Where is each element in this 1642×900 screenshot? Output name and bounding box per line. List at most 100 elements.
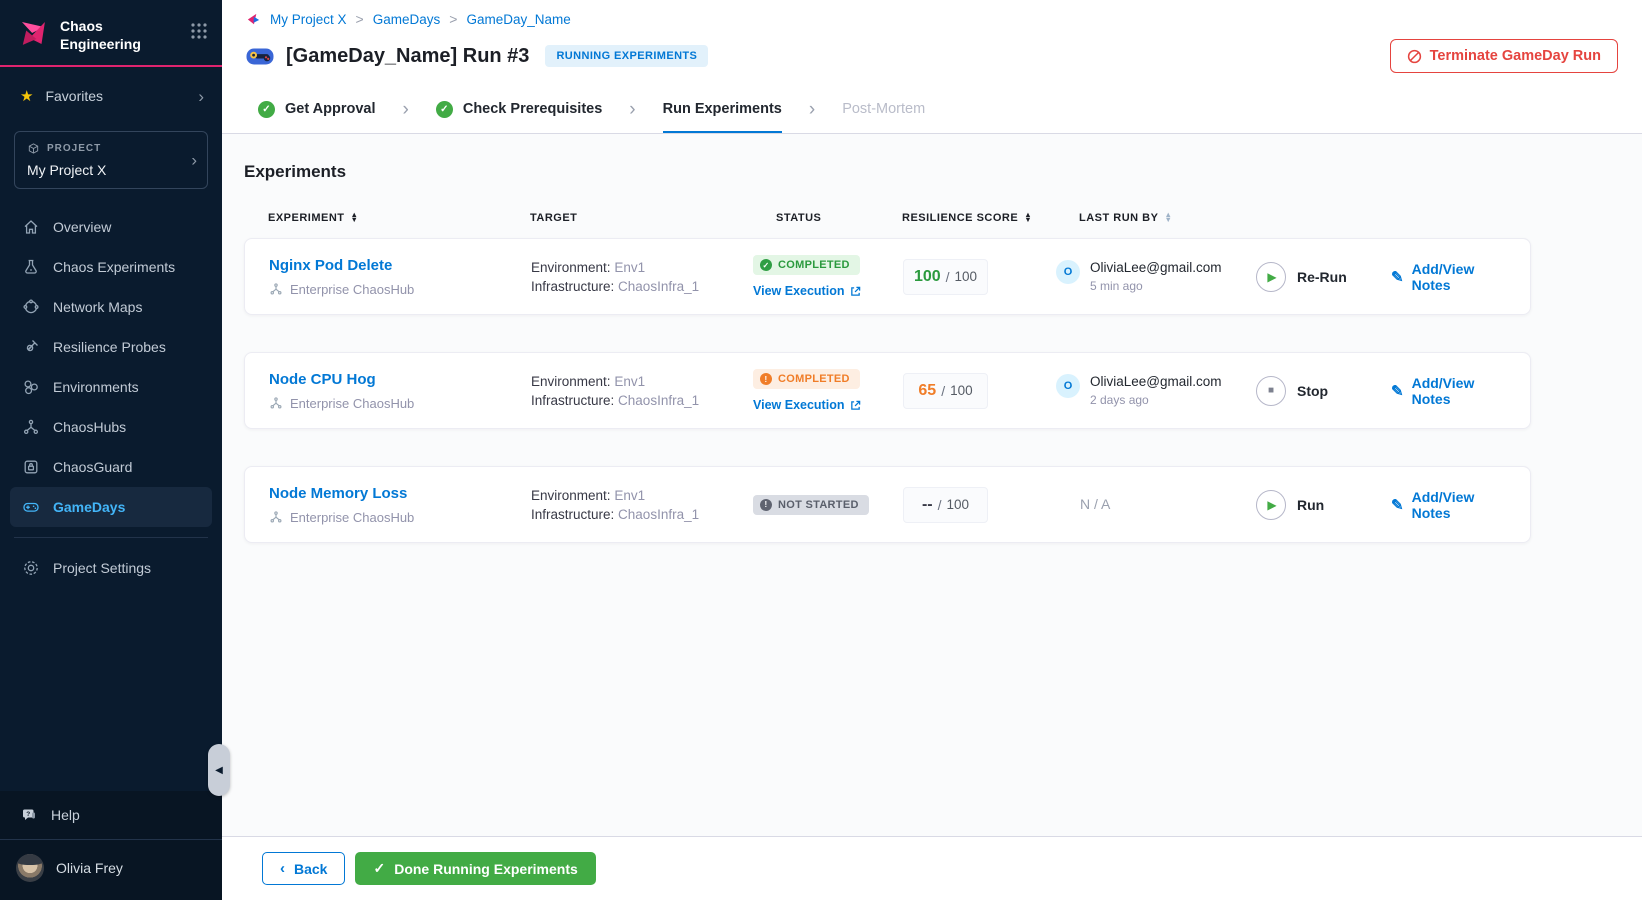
project-selector[interactable]: PROJECT My Project X ›	[14, 131, 208, 189]
nav-label: Overview	[53, 219, 112, 235]
nav-label: Project Settings	[53, 560, 152, 576]
user-avatar	[16, 854, 44, 882]
nav-label: GameDays	[53, 499, 126, 515]
brand-title: Chaos Engineering	[60, 18, 141, 52]
experiment-name-link[interactable]: Nginx Pod Delete	[269, 257, 531, 274]
environment-value: Env1	[614, 259, 646, 275]
page-header: My Project X > GameDays > GameDay_Name […	[222, 0, 1642, 87]
external-link-icon	[850, 400, 861, 411]
sidebar-collapse-handle[interactable]: ◀	[208, 744, 230, 796]
sidebar-item-chaos-experiments[interactable]: Chaos Experiments	[10, 247, 212, 287]
chevron-right-icon: ›	[808, 99, 816, 120]
sidebar-item-help[interactable]: ? Help	[0, 791, 222, 839]
last-run-by: O OliviaLee@gmail.com 2 days ago	[1056, 374, 1256, 407]
step-run-experiments[interactable]: Run Experiments	[662, 87, 782, 133]
breadcrumb-module-icon	[246, 12, 261, 27]
project-label: PROJECT	[47, 143, 102, 154]
environment-value: Env1	[614, 487, 646, 503]
resilience-score: 65 / 100	[903, 372, 988, 409]
terminate-gameday-run-button[interactable]: Terminate GameDay Run	[1389, 39, 1618, 73]
status-badge: RUNNING EXPERIMENTS	[545, 45, 709, 67]
sidebar-item-gamedays[interactable]: GameDays	[10, 487, 212, 527]
sidebar-item-chaoshubs[interactable]: ChaosHubs	[10, 407, 212, 447]
experiment-row-node-cpu-hog: Node CPU Hog Enterprise ChaosHub Environ…	[244, 352, 1531, 429]
sidebar-item-project-settings[interactable]: Project Settings	[10, 548, 212, 588]
step-get-approval[interactable]: ✓ Get Approval	[258, 87, 376, 133]
sidebar-item-favorites[interactable]: ★ Favorites ›	[0, 67, 222, 121]
status-pill-not-started: ! NOT STARTED	[753, 494, 869, 515]
action-label: Run	[1297, 496, 1325, 513]
sort-icon[interactable]: ▲ ▼	[1024, 211, 1032, 223]
step-label: Run Experiments	[662, 101, 782, 117]
sidebar-item-resilience-probes[interactable]: Resilience Probes	[10, 327, 212, 367]
stop-icon: ■	[1267, 385, 1275, 396]
nav-label: ChaosGuard	[53, 459, 133, 475]
breadcrumb-link-gamedays[interactable]: GameDays	[373, 12, 441, 27]
chevron-right-icon: ›	[198, 86, 204, 106]
step-label: Post-Mortem	[842, 101, 926, 117]
breadcrumb-separator: >	[449, 11, 458, 27]
sort-icon[interactable]: ▲ ▼	[351, 211, 359, 223]
experiment-name-link[interactable]: Node Memory Loss	[269, 485, 531, 502]
gear-icon	[22, 559, 40, 577]
breadcrumb-link-gameday-name[interactable]: GameDay_Name	[466, 12, 570, 27]
re-run-button[interactable]: ▶	[1256, 261, 1286, 292]
column-header-experiment: EXPERIMENT ▲ ▼	[268, 210, 359, 224]
sidebar: Chaos Engineering ★ Favorites › PROJECT …	[0, 0, 230, 900]
run-timestamp: 5 min ago	[1090, 279, 1143, 293]
nav-label: Resilience Probes	[53, 339, 166, 355]
experiment-name-link[interactable]: Node CPU Hog	[269, 371, 531, 388]
column-header-last-run-by: LAST RUN BY ▲ ▼	[1079, 210, 1173, 224]
sort-icon[interactable]: ▲ ▼	[1164, 211, 1172, 223]
add-view-notes-link[interactable]: ✎ Add/View Notes	[1391, 489, 1506, 521]
run-button[interactable]: ▶	[1256, 489, 1286, 520]
sidebar-item-overview[interactable]: Overview	[10, 207, 212, 247]
hub-name: Enterprise ChaosHub	[290, 281, 415, 297]
chaoshub-icon	[269, 282, 283, 296]
user-name: Olivia Frey	[56, 860, 123, 876]
check-circle-icon: ✓	[435, 100, 453, 118]
column-header-resilience-score: RESILIENCE SCORE ▲ ▼	[902, 210, 1033, 224]
stop-button[interactable]: ■	[1256, 375, 1286, 406]
add-view-notes-link[interactable]: ✎ Add/View Notes	[1391, 375, 1506, 407]
sidebar-item-chaosguard[interactable]: ChaosGuard	[10, 447, 212, 487]
main-area: My Project X > GameDays > GameDay_Name […	[222, 0, 1642, 900]
help-chat-icon: ?	[20, 806, 38, 824]
apps-grid-icon[interactable]	[190, 16, 208, 40]
breadcrumb-link-project[interactable]: My Project X	[270, 12, 347, 27]
page-title: [GameDay_Name] Run #3	[286, 44, 530, 67]
sidebar-item-environments[interactable]: Environments	[10, 367, 212, 407]
environments-icon	[22, 378, 40, 396]
view-execution-link[interactable]: View Execution	[753, 284, 903, 298]
chaos-engineering-logo-icon	[16, 16, 50, 50]
experiment-row-nginx-pod-delete: Nginx Pod Delete Enterprise ChaosHub Env…	[244, 238, 1531, 315]
resilience-score: -- / 100	[903, 486, 988, 523]
pen-icon: ✎	[1391, 382, 1404, 400]
network-map-icon	[22, 298, 40, 316]
app-window: Chaos Engineering ★ Favorites › PROJECT …	[0, 0, 1642, 900]
breadcrumb-separator: >	[355, 11, 364, 27]
sidebar-item-network-maps[interactable]: Network Maps	[10, 287, 212, 327]
column-header-target: TARGET	[530, 212, 578, 224]
nav-label: ChaosHubs	[53, 419, 127, 435]
resilience-score: 100 / 100	[903, 258, 988, 295]
last-run-by: O OliviaLee@gmail.com 5 min ago	[1056, 260, 1256, 293]
user-profile[interactable]: Olivia Frey	[0, 839, 222, 900]
prohibit-icon	[1407, 49, 1422, 64]
terminate-label: Terminate GameDay Run	[1429, 48, 1601, 64]
test-tube-icon	[22, 338, 40, 356]
chevron-right-icon: ›	[629, 99, 636, 120]
done-running-experiments-button[interactable]: ✓ Done Running Experiments	[355, 852, 596, 885]
pen-icon: ✎	[1391, 496, 1404, 514]
view-execution-link[interactable]: View Execution	[753, 398, 903, 412]
experiments-heading: Experiments	[244, 162, 347, 181]
chaoshub-icon	[269, 510, 283, 524]
back-button[interactable]: ‹ Back	[262, 852, 346, 885]
chevron-right-icon: ›	[402, 99, 409, 120]
infrastructure-value: ChaosInfra_1	[618, 506, 700, 522]
step-post-mortem[interactable]: Post-Mortem	[842, 87, 925, 133]
cube-icon	[27, 142, 40, 155]
add-view-notes-link[interactable]: ✎ Add/View Notes	[1391, 261, 1506, 293]
column-header-status: STATUS	[776, 212, 822, 224]
step-check-prerequisites[interactable]: ✓ Check Prerequisites	[435, 87, 602, 133]
